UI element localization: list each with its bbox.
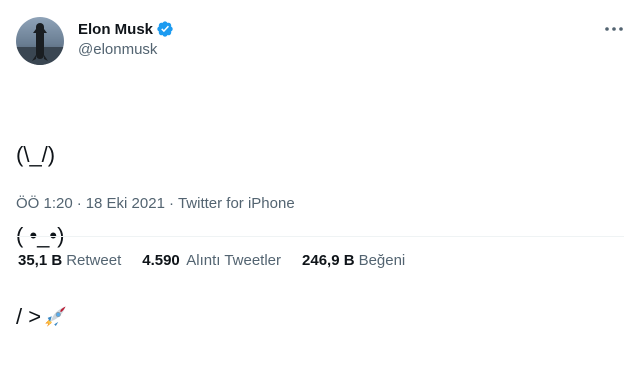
- tweet-line-3: / >: [16, 304, 42, 329]
- tweet-line-3-row: / >: [16, 303, 68, 330]
- rocket-emoji-icon: [45, 305, 66, 327]
- retweets-count: 35,1 B: [18, 252, 63, 269]
- quotes-stat[interactable]: 4.590 Alıntı Tweetler: [142, 252, 281, 269]
- starship-avatar-image: [16, 23, 64, 65]
- divider: [16, 236, 624, 237]
- meta-separator: ·: [76, 195, 82, 212]
- author-name-row: Elon Musk: [78, 19, 174, 39]
- likes-label: Beğeni: [358, 252, 406, 269]
- avatar[interactable]: [16, 17, 64, 65]
- retweets-label: Retweet: [66, 252, 122, 269]
- meta-separator: ·: [168, 195, 174, 212]
- tweet-stats: 35,1 B Retweet 4.590 Alıntı Tweetler 246…: [18, 252, 426, 269]
- quotes-count: 4.590: [142, 252, 180, 269]
- quotes-label: Alıntı Tweetler: [186, 252, 282, 269]
- tweet-meta: ÖÖ 1:20 · 18 Eki 2021 · Twitter for iPho…: [16, 195, 295, 212]
- tweet-source[interactable]: Twitter for iPhone: [178, 195, 295, 212]
- tweet-card: Elon Musk @elonmusk (\_/) ( •_•) / > ÖÖ …: [0, 0, 640, 329]
- tweet-date[interactable]: 18 Eki 2021: [86, 195, 165, 212]
- tweet-time[interactable]: ÖÖ 1:20: [16, 195, 73, 212]
- retweets-stat[interactable]: 35,1 B Retweet: [18, 252, 121, 269]
- likes-stat[interactable]: 246,9 B Beğeni: [302, 252, 405, 269]
- more-dots-icon: [605, 27, 623, 31]
- likes-count: 246,9 B: [302, 252, 355, 269]
- verified-badge-icon: [157, 21, 173, 37]
- author-display-name[interactable]: Elon Musk: [78, 21, 153, 38]
- more-options-button[interactable]: [601, 20, 627, 38]
- author-handle[interactable]: @elonmusk: [78, 41, 157, 58]
- tweet-line-1: (\_/): [16, 142, 56, 167]
